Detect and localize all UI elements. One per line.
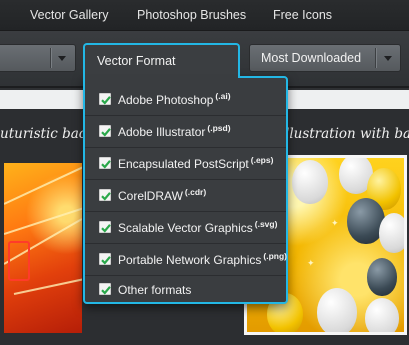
format-option-label: Adobe Illustrator (.psd): [118, 123, 231, 139]
nav-photoshop-brushes[interactable]: Photoshop Brushes: [137, 8, 246, 22]
vector-format-dropdown[interactable]: Vector Format: [83, 43, 240, 78]
vector-format-menu: Adobe Photoshop (.ai) Adobe Illustrator (.…: [83, 76, 288, 304]
chevron-down-icon: [58, 56, 66, 61]
gallery-item-title[interactable]: uturistic back: [0, 126, 90, 142]
checkbox-checked-icon[interactable]: [99, 125, 111, 137]
chevron-down-icon: [384, 56, 392, 61]
checkbox-checked-icon[interactable]: [99, 157, 111, 169]
checkbox-checked-icon[interactable]: [99, 283, 111, 295]
format-option[interactable]: Other formats: [85, 274, 286, 306]
format-option[interactable]: Portable Network Graphics (.png): [85, 244, 287, 276]
nav-vector-gallery[interactable]: Vector Gallery: [30, 8, 109, 22]
gallery-thumbnail[interactable]: [4, 163, 82, 333]
sort-select-value: Most Downloaded: [261, 51, 362, 65]
format-option-label: Encapsulated PostScript (.eps): [118, 155, 274, 171]
checkbox-checked-icon[interactable]: [99, 221, 111, 233]
category-select[interactable]: [0, 44, 76, 72]
format-option-label: Adobe Photoshop (.ai): [118, 91, 231, 107]
nav-free-icons[interactable]: Free Icons: [273, 8, 332, 22]
select-divider: [50, 48, 51, 68]
select-divider: [375, 48, 376, 68]
sort-select[interactable]: Most Downloaded: [249, 44, 401, 72]
dropdown-label: Vector Format: [97, 54, 176, 68]
format-option[interactable]: Scalable Vector Graphics (.svg): [85, 212, 286, 244]
gallery-item-title[interactable]: llustration with ball: [285, 126, 409, 142]
format-option-label: CorelDRAW (.cdr): [118, 187, 207, 203]
top-navigation: Vector Gallery Photoshop Brushes Free Ic…: [0, 0, 409, 31]
format-option[interactable]: Encapsulated PostScript (.eps): [85, 148, 286, 180]
format-option-label: Other formats: [118, 283, 192, 297]
format-option-label: Portable Network Graphics (.png): [118, 251, 287, 267]
format-option[interactable]: CorelDRAW (.cdr): [85, 180, 286, 212]
format-option-label: Scalable Vector Graphics (.svg): [118, 219, 278, 235]
checkbox-checked-icon[interactable]: [99, 253, 111, 265]
format-option[interactable]: Adobe Photoshop (.ai): [85, 84, 286, 116]
dropdown-join: [85, 74, 238, 78]
checkbox-checked-icon[interactable]: [99, 189, 111, 201]
checkbox-checked-icon[interactable]: [99, 93, 111, 105]
format-option[interactable]: Adobe Illustrator (.psd): [85, 116, 286, 148]
